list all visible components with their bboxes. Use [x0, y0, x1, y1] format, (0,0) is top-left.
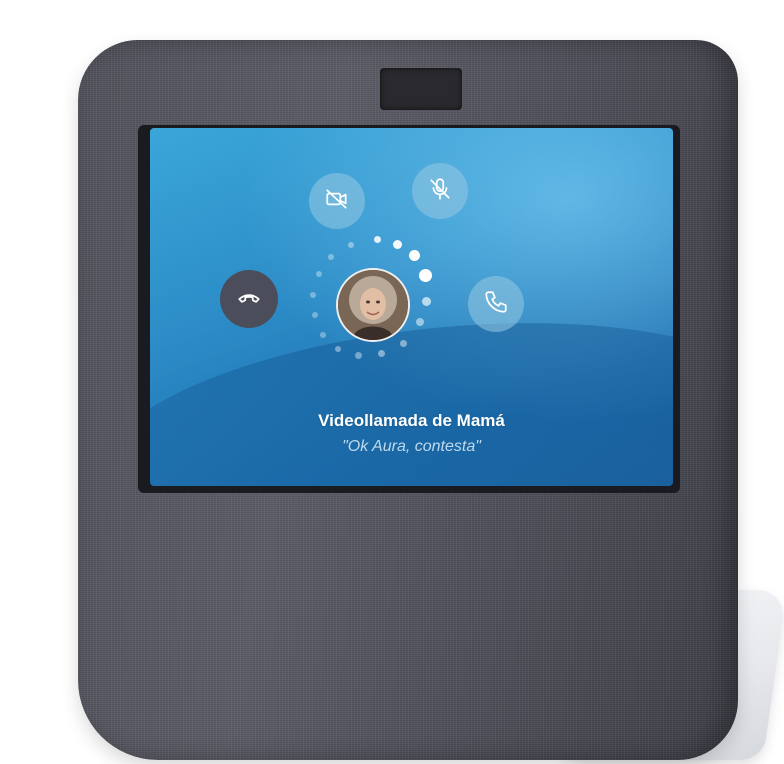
- voice-command-hint: "Ok Aura, contesta": [342, 438, 481, 455]
- accept-call-button[interactable]: [468, 276, 524, 332]
- phone-hangup-icon: [236, 284, 262, 315]
- ring-dot: [328, 254, 334, 260]
- ring-dot: [374, 236, 381, 243]
- ring-dot: [310, 292, 316, 298]
- phone-icon: [483, 289, 509, 320]
- ring-dot: [416, 318, 424, 326]
- ring-dot: [393, 240, 402, 249]
- ring-dot: [419, 269, 432, 282]
- decline-call-button[interactable]: [220, 270, 278, 328]
- mic-off-icon: [427, 176, 453, 207]
- caller-avatar: [336, 268, 410, 342]
- ring-dot: [409, 250, 420, 261]
- ring-dot: [335, 346, 341, 352]
- device-camera: [380, 68, 462, 110]
- mic-off-button[interactable]: [412, 163, 468, 219]
- video-off-icon: [324, 186, 350, 217]
- ring-dot: [355, 352, 362, 359]
- camera-off-button[interactable]: [309, 173, 365, 229]
- ring-dot: [316, 271, 322, 277]
- incoming-call-screen: Videollamada de Mamá "Ok Aura, contesta": [150, 128, 673, 486]
- ring-dot: [348, 242, 354, 248]
- caller-title: Videollamada de Mamá: [318, 411, 505, 430]
- ring-dot: [312, 312, 318, 318]
- background-wave: [150, 292, 673, 486]
- ring-dot: [422, 297, 431, 306]
- ring-dot: [400, 340, 407, 347]
- ring-dot: [320, 332, 326, 338]
- ring-dot: [378, 350, 385, 357]
